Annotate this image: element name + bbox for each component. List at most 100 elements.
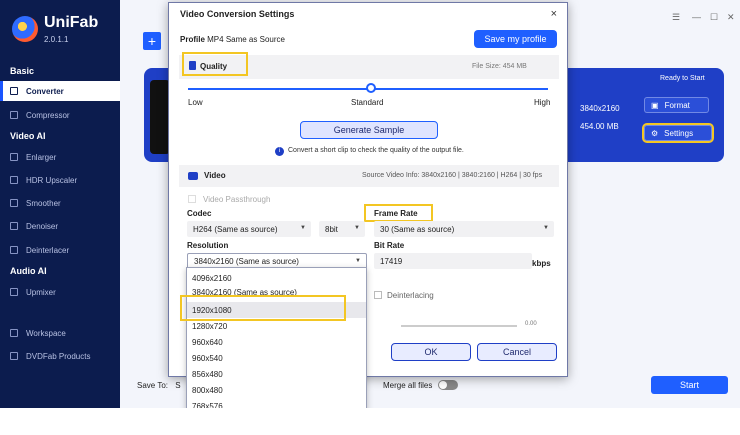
framerate-label: Frame Rate — [374, 209, 418, 218]
sidebar-item-smoother[interactable]: Smoother — [0, 193, 120, 213]
add-file-button[interactable]: + — [143, 32, 161, 50]
quality-slider-thumb[interactable] — [366, 83, 376, 93]
save-to-label: Save To: — [137, 381, 168, 390]
bitdepth-select[interactable]: 8bit ▼ — [319, 221, 365, 237]
converter-icon — [10, 87, 18, 95]
sidebar-item-label: Enlarger — [26, 152, 57, 162]
enlarger-icon — [10, 153, 18, 161]
profile-row: Profile MP4 Same as Source — [180, 35, 285, 44]
sidebar-item-label: DVDFab Products — [26, 351, 91, 361]
codec-select[interactable]: H264 (Same as source) ▼ — [187, 221, 311, 237]
sidebar-item-dvdfab-products[interactable]: DVDFab Products — [0, 346, 120, 366]
adjust-slider-value: 0.00 — [525, 321, 537, 327]
bitdepth-value: 8bit — [325, 224, 338, 234]
quality-standard: Standard — [351, 98, 384, 107]
resolution-dropdown: 4096x2160 3840x2160 (Same as source) 192… — [186, 267, 367, 408]
bitrate-value: 17419 — [380, 256, 403, 266]
cancel-button[interactable]: Cancel — [477, 343, 557, 361]
merge-toggle[interactable] — [438, 380, 459, 390]
workspace-icon — [10, 329, 18, 337]
save-my-profile-button[interactable]: Save my profile — [474, 30, 557, 48]
section-audio-ai: Audio AI — [10, 266, 47, 276]
section-basic: Basic — [10, 66, 35, 76]
framerate-select[interactable]: 30 (Same as source) ▼ — [374, 221, 554, 237]
profile-label: Profile — [180, 35, 205, 44]
sidebar-item-compressor[interactable]: Compressor — [0, 105, 120, 125]
resolution-option[interactable]: 960x640 — [187, 334, 366, 350]
chevron-down-icon: ▼ — [355, 258, 361, 264]
smoother-icon — [10, 199, 18, 207]
generate-sample-button[interactable]: Generate Sample — [300, 121, 438, 139]
format-button[interactable]: ▣ Format — [644, 97, 709, 113]
dialog-title: Video Conversion Settings — [180, 9, 295, 19]
sidebar-item-label: Deinterlacer — [26, 245, 70, 255]
resolution-option[interactable]: 856x480 — [187, 366, 366, 382]
resolution-option[interactable]: 768x576 — [187, 398, 366, 409]
adjust-slider[interactable] — [401, 325, 517, 327]
resolution-label: Resolution — [187, 241, 229, 250]
chevron-down-icon: ▼ — [543, 225, 549, 231]
start-button[interactable]: Start — [651, 376, 728, 394]
sidebar-item-label: Workspace — [26, 328, 66, 338]
framerate-value: 30 (Same as source) — [380, 224, 455, 234]
sidebar-item-label: Smoother — [26, 198, 61, 208]
close-icon[interactable]: × — [551, 8, 557, 20]
merge-all-files: Merge all files — [383, 380, 459, 390]
profile-value: MP4 Same as Source — [207, 35, 285, 44]
close-window-icon[interactable]: ✕ — [727, 12, 735, 23]
quality-high: High — [534, 98, 551, 107]
resolution-option[interactable]: 4096x2160 — [187, 270, 366, 286]
codec-value: H264 (Same as source) — [193, 224, 278, 234]
option-highlight — [180, 295, 346, 321]
bitrate-input[interactable]: 17419 — [374, 253, 532, 269]
deinterlacing-checkbox[interactable] — [374, 291, 382, 299]
denoiser-icon — [10, 222, 18, 230]
sidebar-item-workspace[interactable]: Workspace — [0, 323, 120, 343]
resolution-value: 3840x2160 (Same as source) — [194, 256, 299, 266]
save-to: Save To: S — [137, 381, 181, 390]
quality-label: Quality — [200, 62, 228, 71]
info-icon: i — [275, 147, 284, 156]
section-video-ai: Video AI — [10, 131, 46, 141]
app-version: 2.0.1.1 — [44, 35, 69, 44]
bitrate-label: Bit Rate — [374, 241, 405, 250]
sidebar-item-upmixer[interactable]: Upmixer — [0, 282, 120, 302]
resolution-option[interactable]: 800x480 — [187, 382, 366, 398]
quality-header: Quality — [189, 61, 227, 71]
quality-low: Low — [188, 98, 203, 107]
merge-label: Merge all files — [383, 380, 433, 390]
deinterlacing-label: Deinterlacing — [387, 291, 434, 300]
compressor-icon — [10, 111, 18, 119]
brand-name: UniFab — [44, 14, 99, 31]
deinterlacer-icon — [10, 246, 18, 254]
video-label: Video — [204, 171, 226, 180]
maximize-icon[interactable]: ☐ — [710, 12, 718, 23]
save-to-path[interactable]: S — [175, 381, 180, 390]
source-video-info: Source Video Info: 3840x2160 | 3840:2160… — [362, 172, 543, 179]
hdr-upscaler-icon — [10, 176, 18, 184]
minimize-icon[interactable]: — — [692, 12, 701, 22]
sidebar-item-denoiser[interactable]: Denoiser — [0, 216, 120, 236]
ok-button[interactable]: OK — [391, 343, 471, 361]
unifab-logo-icon — [12, 16, 38, 42]
video-icon — [188, 172, 198, 180]
sidebar-item-converter[interactable]: Converter — [0, 81, 120, 101]
sample-hint-text: Convert a short clip to check the qualit… — [288, 147, 464, 154]
sidebar-item-label: Converter — [26, 86, 64, 96]
settings-button[interactable]: ⚙ Settings — [642, 123, 714, 143]
task-status: Ready to Start — [660, 75, 705, 82]
passthrough-checkbox[interactable] — [188, 195, 196, 203]
resolution-option[interactable]: 960x540 — [187, 350, 366, 366]
output-size: 454.00 MB — [580, 122, 619, 131]
sidebar-item-label: Denoiser — [26, 221, 59, 231]
app-window: UniFab 2.0.1.1 Basic Converter Compresso… — [0, 0, 740, 408]
quality-icon — [189, 61, 196, 70]
menu-icon[interactable]: ☰ — [672, 12, 680, 23]
settings-label: Settings — [664, 128, 694, 138]
codec-label: Codec — [187, 209, 212, 218]
sidebar-item-hdr-upscaler[interactable]: HDR Upscaler — [0, 170, 120, 190]
sidebar-item-enlarger[interactable]: Enlarger — [0, 147, 120, 167]
sample-hint: i Convert a short clip to check the quali… — [275, 147, 464, 156]
sidebar-item-deinterlacer[interactable]: Deinterlacer — [0, 240, 120, 260]
format-label: Format — [664, 100, 690, 110]
